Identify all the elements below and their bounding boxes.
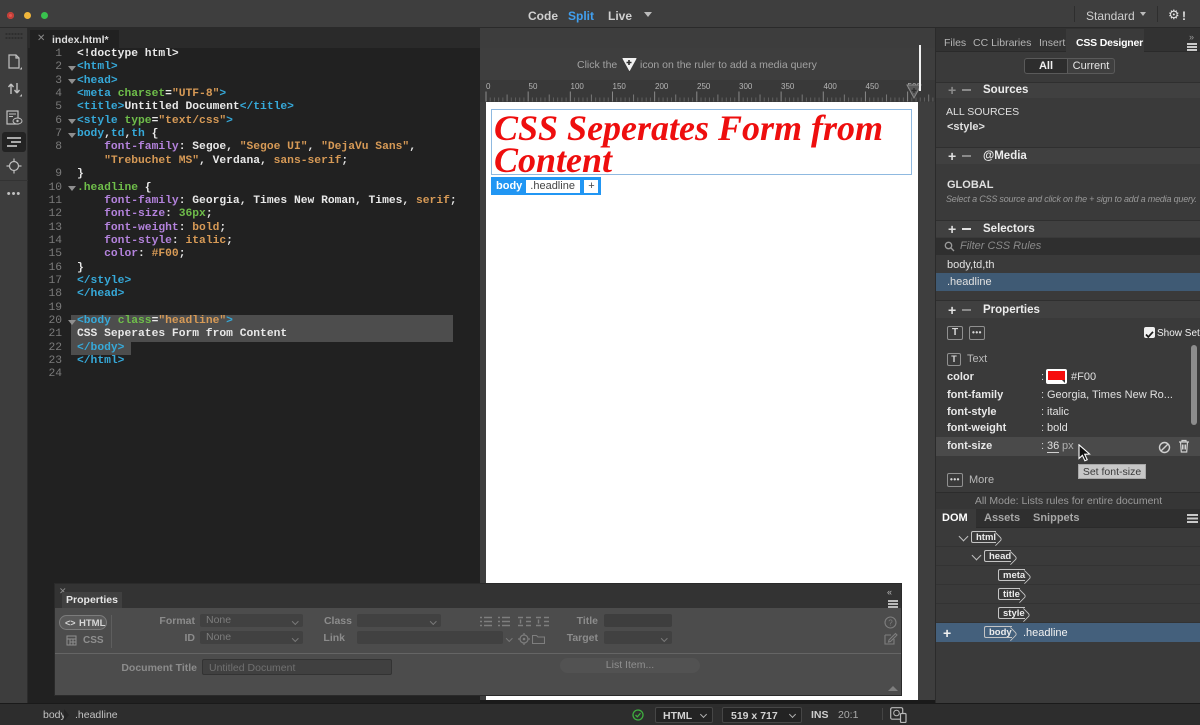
svg-text:?: ? — [888, 619, 893, 628]
